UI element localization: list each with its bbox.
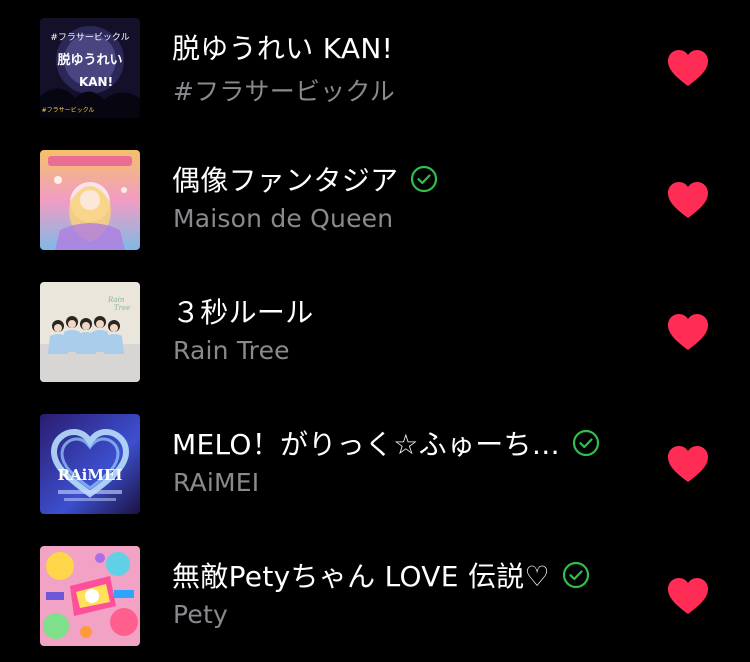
song-title: 偶像ファンタジア (172, 164, 399, 197)
album-artwork: #フラサービックル 脱ゆうれい KAN! #フラサービックル (40, 18, 140, 118)
song-row[interactable]: 偶像ファンタジア Maison de Queen (0, 126, 750, 258)
heart-icon[interactable] (666, 180, 710, 220)
heart-icon[interactable] (666, 312, 710, 352)
artwork-caption: #フラサービックル (42, 106, 95, 114)
title-line: 脱ゆうれい KAN! (172, 27, 393, 67)
artwork-caption: KAN! (79, 75, 113, 89)
artwork-caption: RAiMEI (58, 466, 123, 484)
song-title: 脱ゆうれい KAN! (172, 32, 394, 65)
verified-check-icon (562, 561, 590, 589)
colorful-pop-artwork (40, 546, 140, 646)
title-line: MELO！がりっく☆ふゅーち… (172, 423, 600, 463)
artist-name[interactable]: Rain Tree (173, 336, 290, 365)
title-line: ３秒ルール (172, 291, 314, 331)
pastel-fantasy-artwork (40, 150, 140, 250)
album-artwork: RAiMEI (40, 414, 140, 514)
heart-icon[interactable] (666, 48, 710, 88)
artist-name[interactable]: #フラサービックル (173, 72, 395, 108)
title-line: 無敵Petyちゃん LOVE 伝説♡ (172, 555, 590, 595)
album-artwork (40, 546, 140, 646)
song-title: ３秒ルール (172, 296, 314, 329)
song-row[interactable]: RAiMEI MELO！がりっく☆ふゅーち… RAiMEI (0, 390, 750, 522)
heart-icon[interactable] (666, 444, 710, 484)
dark-purple-moon-artwork: #フラサービックル 脱ゆうれい KAN! #フラサービックル (40, 18, 140, 118)
svg-text:Tree: Tree (114, 304, 130, 312)
heart-icon[interactable] (666, 576, 710, 616)
album-artwork (40, 150, 140, 250)
song-row[interactable]: #フラサービックル 脱ゆうれい KAN! #フラサービックル 脱ゆうれい KAN… (0, 0, 750, 126)
song-title: 無敵Petyちゃん LOVE 伝説♡ (172, 560, 550, 593)
group-photo-artwork: Rain Tree (40, 282, 140, 382)
blue-heart-artwork: RAiMEI (40, 414, 140, 514)
song-title: MELO！がりっく☆ふゅーち… (172, 428, 561, 461)
title-line: 偶像ファンタジア (172, 159, 438, 199)
song-row[interactable]: Rain Tree ３秒ルール Rain Tree (0, 258, 750, 390)
song-list: #フラサービックル 脱ゆうれい KAN! #フラサービックル 脱ゆうれい KAN… (0, 0, 750, 662)
artwork-caption: 脱ゆうれい (57, 52, 122, 68)
artist-name[interactable]: Maison de Queen (173, 204, 393, 233)
artwork-caption: #フラサービックル (50, 32, 129, 43)
artist-name[interactable]: RAiMEI (173, 468, 259, 497)
verified-check-icon (411, 165, 438, 193)
verified-check-icon (572, 429, 600, 457)
song-row[interactable]: 無敵Petyちゃん LOVE 伝説♡ Pety (0, 522, 750, 654)
svg-text:Rain: Rain (107, 296, 125, 304)
album-artwork: Rain Tree (40, 282, 140, 382)
artist-name[interactable]: Pety (173, 600, 228, 629)
